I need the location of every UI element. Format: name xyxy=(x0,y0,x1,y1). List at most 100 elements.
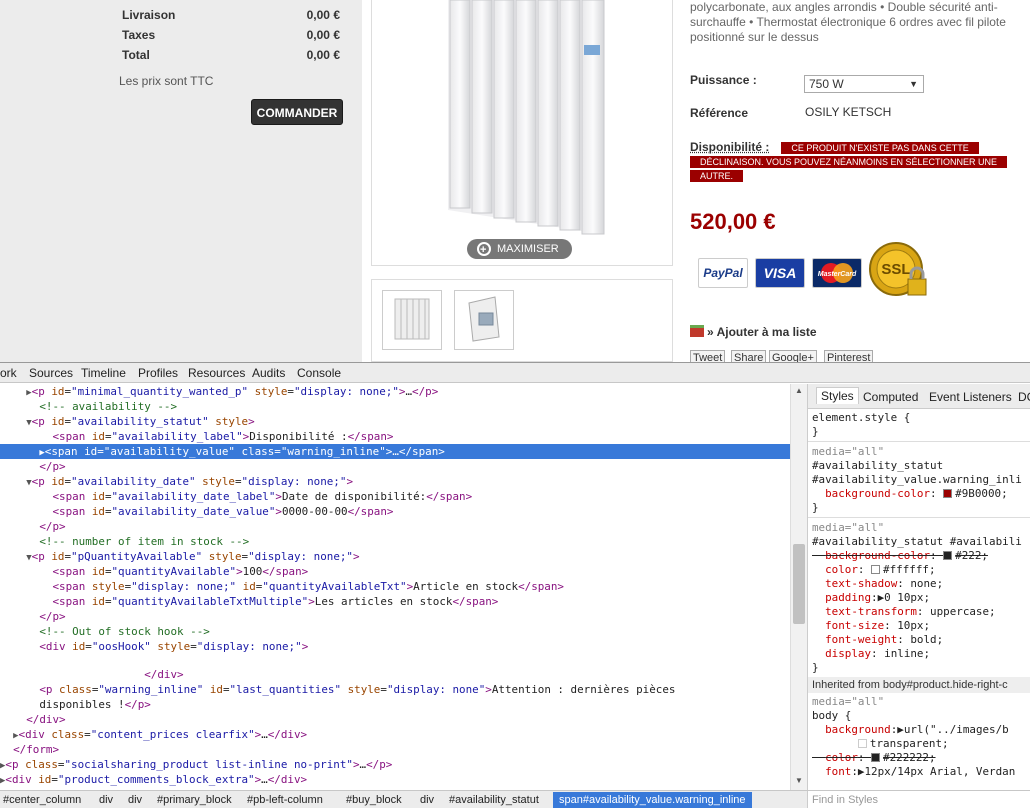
add-to-wishlist-link[interactable]: » Ajouter à ma liste xyxy=(690,325,817,339)
css-rule-line[interactable]: text-transform: uppercase; xyxy=(812,605,1030,619)
thermostat-thumbnail-icon xyxy=(468,296,500,342)
dom-line[interactable]: </p> xyxy=(0,459,790,474)
css-rule-line[interactable]: transparent; xyxy=(812,737,1030,751)
color-swatch-icon[interactable] xyxy=(871,565,881,574)
dom-line[interactable]: <span id="quantityAvailable">100</span> xyxy=(0,564,790,579)
css-rule-line[interactable]: background-color: #9B0000; xyxy=(812,487,1030,501)
inherited-from-header[interactable]: Inherited from body#product.hide-right-c xyxy=(808,677,1030,693)
dom-line[interactable]: ▼<p id="pQuantityAvailable" style="displ… xyxy=(0,549,790,564)
css-rule-line[interactable]: color: #ffffff; xyxy=(812,563,1030,577)
dom-line[interactable]: <!-- Out of stock hook --> xyxy=(0,624,790,639)
tab-computed[interactable]: Computed xyxy=(863,390,918,404)
dom-line[interactable]: ▶<p class="socialsharing_product list-in… xyxy=(0,757,790,772)
find-in-styles-input[interactable]: Find in Styles xyxy=(807,791,1030,808)
breadcrumb-item[interactable]: #primary_block xyxy=(157,794,232,806)
divider xyxy=(808,517,1030,518)
tab-sources[interactable]: Sources xyxy=(29,366,73,380)
tab-network[interactable]: ork xyxy=(0,366,17,380)
dom-line[interactable]: <!-- availability --> xyxy=(0,399,790,414)
dom-line[interactable]: <span style="display: none;" id="quantit… xyxy=(0,579,790,594)
breadcrumb-item[interactable]: div xyxy=(420,794,434,806)
css-rule-line: media="all" xyxy=(812,445,885,458)
power-label: Puissance : xyxy=(690,73,757,87)
tab-timeline[interactable]: Timeline xyxy=(81,366,126,380)
share-button[interactable]: Share xyxy=(731,350,767,362)
css-rule-line[interactable]: font:▶12px/14px Arial, Verdan xyxy=(812,765,1030,779)
power-select-value: 750 W xyxy=(809,77,844,91)
scroll-up-icon[interactable]: ▲ xyxy=(795,386,803,395)
breadcrumb-item[interactable]: #pb-left-column xyxy=(247,794,323,806)
css-rule-line[interactable]: font-weight: bold; xyxy=(812,633,1030,647)
dom-line[interactable]: ▶<div class="content_prices clearfix">…<… xyxy=(0,727,790,742)
dom-line[interactable]: <!-- number of item in stock --> xyxy=(0,534,790,549)
paypal-logo: PayPal xyxy=(698,258,748,288)
breadcrumb-item[interactable]: #center_column xyxy=(3,794,81,806)
dom-line[interactable]: ▼<p id="availability_date" style="displa… xyxy=(0,474,790,489)
css-value: #ffffff xyxy=(883,563,929,576)
css-rule-line[interactable]: element.style { xyxy=(812,411,1030,425)
google-plus-button[interactable]: Google+ xyxy=(769,350,817,362)
scrollbar-thumb[interactable] xyxy=(793,544,805,624)
dom-line[interactable]: <span id="availability_date_value">0000-… xyxy=(0,504,790,519)
product-radiator-image[interactable] xyxy=(434,0,614,240)
dom-line[interactable]: </div> xyxy=(0,712,790,727)
mastercard-logo: MasterCard xyxy=(812,258,862,288)
dom-line[interactable]: </form> xyxy=(0,742,790,757)
breadcrumb-item[interactable]: div xyxy=(128,794,142,806)
dom-line[interactable]: </p> xyxy=(0,519,790,534)
power-select[interactable]: 750 W ▼ xyxy=(804,75,924,93)
breadcrumb-item[interactable]: div xyxy=(99,794,113,806)
dropdown-arrow-icon: ▼ xyxy=(909,79,918,89)
dom-line-selected[interactable]: ▶<span id="availability_value" class="wa… xyxy=(0,444,790,459)
reference-value: OSILY KETSCH xyxy=(805,105,892,119)
css-rule-line[interactable]: background-color: #222; xyxy=(812,549,1030,563)
css-rule-line[interactable]: #availability_value.warning_inli xyxy=(812,473,1030,487)
css-rule-line[interactable]: background:▶url("../images/b xyxy=(812,723,1030,737)
dom-line[interactable]: ▶<div id="product_comments_block_extra">… xyxy=(0,772,790,787)
breadcrumb-item[interactable]: #buy_block xyxy=(346,794,402,806)
thumbnail-1[interactable] xyxy=(382,290,442,350)
breadcrumb-item-selected[interactable]: span#availability_value.warning_inline xyxy=(553,792,752,808)
order-button[interactable]: COMMANDER xyxy=(251,99,343,125)
availability-label: Disponibilité : xyxy=(690,140,770,154)
tab-dom-breakpoints[interactable]: DC xyxy=(1018,390,1030,404)
color-swatch-icon[interactable] xyxy=(943,551,953,560)
css-rule-line[interactable]: color: #222222; xyxy=(812,751,1030,765)
dom-line[interactable]: <span id="availability_label">Disponibil… xyxy=(0,429,790,444)
dom-line[interactable]: <span id="quantityAvailableTxtMultiple">… xyxy=(0,594,790,609)
thumbnail-2[interactable] xyxy=(454,290,514,350)
dom-line[interactable]: ▶<p id="minimal_quantity_wanted_p" style… xyxy=(0,384,790,399)
css-rule-line[interactable]: display: inline; xyxy=(812,647,1030,661)
tab-event-listeners[interactable]: Event Listeners xyxy=(929,390,1012,404)
dom-line[interactable]: <div id="oosHook" style="display: none;"… xyxy=(0,639,790,654)
breadcrumb-item[interactable]: #availability_statut xyxy=(449,794,539,806)
dom-scrollbar[interactable]: ▲ ▼ xyxy=(790,384,807,790)
reference-label: Référence xyxy=(690,106,749,120)
dom-line[interactable]: </p> xyxy=(0,609,790,624)
tab-profiles[interactable]: Profiles xyxy=(138,366,178,380)
color-swatch-icon[interactable] xyxy=(857,739,867,748)
scroll-down-icon[interactable]: ▼ xyxy=(795,776,803,785)
dom-line[interactable]: <span id="availability_date_label">Date … xyxy=(0,489,790,504)
maximize-button[interactable]: MAXIMISER xyxy=(467,239,572,260)
css-rule-line[interactable]: body { xyxy=(812,709,1030,723)
css-rule-line[interactable]: #availability_statut xyxy=(812,459,1030,473)
tab-resources[interactable]: Resources xyxy=(188,366,245,380)
css-rule-line[interactable]: text-shadow: none; xyxy=(812,577,1030,591)
css-value: #222222 xyxy=(883,751,929,764)
css-rule-line[interactable]: padding:▶0 10px; xyxy=(812,591,1030,605)
dom-line[interactable]: </div> xyxy=(0,667,790,682)
devtools-tabbar: ork Sources Timeline Profiles Resources … xyxy=(0,363,1030,383)
dom-line[interactable]: disponibles !</p> xyxy=(0,697,790,712)
tab-styles[interactable]: Styles xyxy=(816,387,859,404)
css-rule-line[interactable]: #availability_statut #availabili xyxy=(812,535,1030,549)
dom-line[interactable]: <p class="warning_inline" id="last_quant… xyxy=(0,682,790,697)
pinterest-button[interactable]: Pinterest xyxy=(824,350,874,362)
tweet-button[interactable]: Tweet xyxy=(690,350,726,362)
color-swatch-icon[interactable] xyxy=(871,753,881,762)
color-swatch-icon[interactable] xyxy=(943,489,953,498)
css-rule-line[interactable]: font-size: 10px; xyxy=(812,619,1030,633)
tab-audits[interactable]: Audits xyxy=(252,366,285,380)
dom-line[interactable]: ▼<p id="availability_statut" style> xyxy=(0,414,790,429)
tab-console[interactable]: Console xyxy=(297,366,341,380)
